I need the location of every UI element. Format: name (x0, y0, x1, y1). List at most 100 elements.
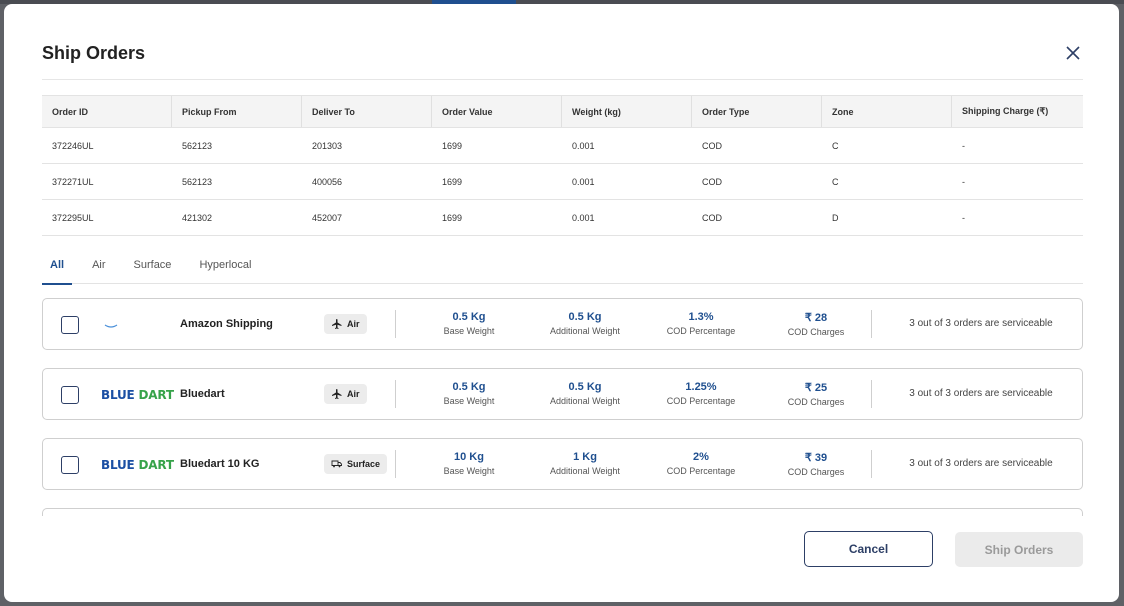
cell-pickup-from: 421302 (182, 212, 213, 223)
divider (871, 310, 872, 338)
cell-order-type: COD (702, 140, 722, 151)
courier-card-bluedart-10kg[interactable]: BLUE DART Bluedart 10 KG Surface 10 Kg B… (42, 438, 1083, 490)
cod-charges-value: ₹ 28 (804, 312, 828, 324)
header-order-type: Order Type (692, 96, 822, 127)
cell-pickup-from: 562123 (182, 176, 213, 187)
cell-zone: C (832, 140, 839, 151)
courier-checkbox[interactable] (61, 456, 79, 474)
courier-card-amazon-shipping[interactable]: Amazon Shipping Air 0.5 Kg Base Weight 0… (42, 298, 1083, 350)
tab-all[interactable]: All (42, 256, 73, 285)
mode-badge: Surface (324, 454, 388, 474)
ship-orders-modal: Ship Orders Order ID Pickup From Deliver… (4, 4, 1119, 602)
cod-charges: ₹ 25 COD Charges (761, 381, 871, 407)
cell-order-value: 1699 (442, 176, 463, 187)
cod-percentage-value: 1.3% (688, 311, 714, 323)
tab-air[interactable]: Air (84, 256, 113, 284)
table-row: 372246UL 562123 201303 1699 0.001 COD C … (42, 128, 1083, 164)
table-row: 372271UL 562123 400056 1699 0.001 COD C … (42, 164, 1083, 200)
close-icon[interactable] (1065, 45, 1081, 61)
logo-text-dart: DART (138, 388, 175, 402)
cell-weight: 0.001 (572, 176, 595, 187)
additional-weight-value: 1 Kg (573, 451, 597, 463)
courier-checkbox[interactable] (61, 386, 79, 404)
cell-shipping-charge: - (962, 176, 965, 187)
courier-card-partial[interactable] (42, 508, 1083, 516)
header-order-id: Order ID (42, 96, 172, 127)
cell-order-id: 372295UL (52, 212, 94, 223)
cell-pickup-from: 562123 (182, 140, 213, 151)
cell-order-type: COD (702, 212, 722, 223)
cell-order-value: 1699 (442, 140, 463, 151)
orders-table: Order ID Pickup From Deliver To Order Va… (42, 95, 1083, 236)
logo-text-dart: DART (138, 458, 175, 472)
mode-badge: Air (324, 314, 367, 334)
tab-surface[interactable]: Surface (126, 256, 180, 284)
cod-percentage: 1.3% COD Percentage (646, 311, 756, 336)
additional-weight: 0.5 Kg Additional Weight (530, 311, 640, 336)
courier-list: Amazon Shipping Air 0.5 Kg Base Weight 0… (42, 298, 1083, 516)
courier-name: Amazon Shipping (180, 318, 273, 330)
cell-deliver-to: 452007 (312, 212, 343, 223)
divider (395, 380, 396, 408)
additional-weight-label: Additional Weight (550, 326, 620, 336)
cod-charges-label: COD Charges (787, 397, 845, 407)
base-weight-label: Base Weight (443, 396, 495, 406)
cell-order-value: 1699 (442, 212, 463, 223)
additional-weight-value: 0.5 Kg (568, 381, 602, 393)
cell-zone: C (832, 176, 839, 187)
cod-percentage-label: COD Percentage (666, 326, 736, 336)
cod-charges: ₹ 28 COD Charges (761, 311, 871, 337)
mode-label: Surface (347, 459, 381, 469)
cod-percentage-label: COD Percentage (666, 396, 736, 406)
serviceability-text: 3 out of 3 orders are serviceable (909, 318, 1053, 329)
cod-percentage: 1.25% COD Percentage (646, 381, 756, 406)
cod-charges: ₹ 39 COD Charges (761, 451, 871, 477)
ship-orders-button[interactable]: Ship Orders (955, 532, 1083, 567)
airplane-icon (331, 318, 343, 330)
bluedart-logo: BLUE DART (101, 453, 174, 477)
mode-label: Air (347, 319, 360, 329)
airplane-icon (331, 388, 343, 400)
base-weight: 0.5 Kg Base Weight (414, 311, 524, 336)
courier-name: Bluedart (180, 388, 225, 400)
cod-charges-value: ₹ 25 (804, 382, 828, 394)
mode-badge: Air (324, 384, 367, 404)
logo-text-blue: BLUE (101, 458, 135, 472)
tab-hyperlocal[interactable]: Hyperlocal (191, 256, 259, 284)
base-weight-value: 0.5 Kg (452, 311, 486, 323)
cod-percentage: 2% COD Percentage (646, 451, 756, 476)
amazon-shipping-logo (101, 313, 165, 337)
table-row: 372295UL 421302 452007 1699 0.001 COD D … (42, 200, 1083, 236)
divider (395, 450, 396, 478)
additional-weight-value: 0.5 Kg (568, 311, 602, 323)
header-zone: Zone (822, 96, 952, 127)
courier-name: Bluedart 10 KG (180, 458, 260, 470)
cell-weight: 0.001 (572, 140, 595, 151)
cod-charges-label: COD Charges (787, 327, 845, 337)
cod-percentage-value: 1.25% (685, 381, 717, 393)
serviceability-text: 3 out of 3 orders are serviceable (909, 388, 1053, 399)
courier-checkbox[interactable] (61, 316, 79, 334)
divider (871, 450, 872, 478)
modal-header: Ship Orders (42, 4, 1083, 80)
additional-weight: 0.5 Kg Additional Weight (530, 381, 640, 406)
courier-mode-tabs: All Air Surface Hyperlocal (42, 256, 1083, 285)
cell-shipping-charge: - (962, 212, 965, 223)
cell-weight: 0.001 (572, 212, 595, 223)
cod-percentage-value: 2% (693, 451, 709, 463)
header-shipping-charge: Shipping Charge (₹) (962, 106, 1049, 116)
logo-text-blue: BLUE (101, 388, 135, 402)
bluedart-logo: BLUE DART (101, 383, 174, 407)
header-order-value: Order Value (432, 96, 562, 127)
modal-title: Ship Orders (42, 43, 146, 63)
table-header: Order ID Pickup From Deliver To Order Va… (42, 95, 1083, 128)
cancel-button[interactable]: Cancel (804, 531, 933, 567)
cell-shipping-charge: - (962, 140, 965, 151)
cell-deliver-to: 201303 (312, 140, 343, 151)
courier-card-bluedart[interactable]: BLUE DART Bluedart Air 0.5 Kg Base Weigh… (42, 368, 1083, 420)
serviceability-text: 3 out of 3 orders are serviceable (909, 458, 1053, 469)
base-weight: 0.5 Kg Base Weight (414, 381, 524, 406)
additional-weight-label: Additional Weight (550, 396, 620, 406)
cod-charges-label: COD Charges (787, 467, 845, 477)
additional-weight-label: Additional Weight (550, 466, 620, 476)
